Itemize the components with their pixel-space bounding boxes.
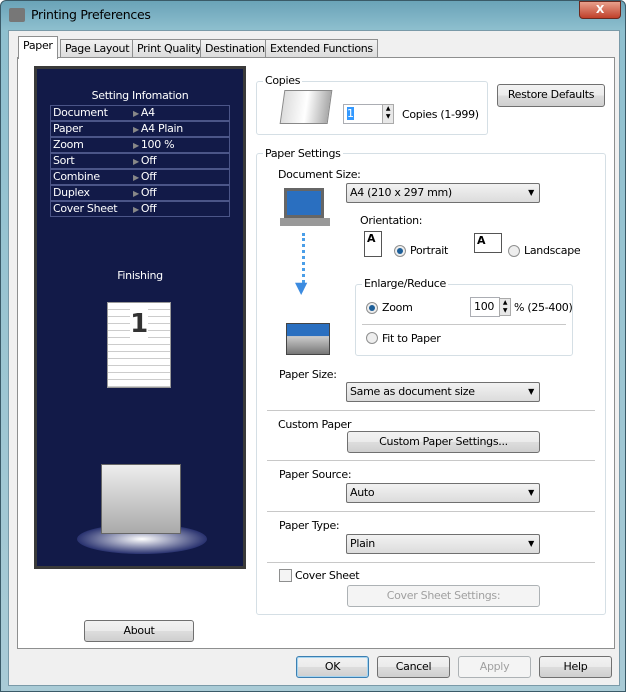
paper-source-dropdown[interactable]: Auto: [346, 483, 540, 503]
paper-tab-panel: Setting Infomation Document A4 Paper A4 Pl…: [17, 57, 615, 649]
cover-sheet-settings-button[interactable]: Cover Sheet Settings:: [347, 585, 540, 607]
close-button[interactable]: X: [579, 1, 621, 19]
setting-info-title: Setting Infomation: [91, 89, 189, 102]
setting-value: A4 Plain: [133, 122, 183, 137]
dialog-client: Paper Page Layout Print Quality Destinat…: [8, 30, 620, 686]
computer-icon: [284, 188, 324, 218]
zoom-radio[interactable]: [366, 302, 378, 314]
fit-to-paper-radio[interactable]: [366, 332, 378, 344]
setting-value: 100 %: [133, 138, 175, 153]
window: Printing Preferences X Paper Page Layout…: [0, 0, 626, 692]
custom-paper-label: Custom Paper: [278, 418, 352, 431]
setting-value: Off: [133, 154, 157, 169]
fit-to-paper-label[interactable]: Fit to Paper: [382, 332, 441, 345]
setting-label: Paper: [53, 122, 83, 135]
copies-range: Copies (1-999): [402, 108, 479, 121]
printer-icon: [9, 8, 25, 22]
setting-label: Zoom: [53, 138, 84, 151]
copies-spinner[interactable]: ▲ ▼: [382, 104, 394, 124]
window-title: Printing Preferences: [31, 7, 151, 22]
setting-label: Duplex: [53, 186, 90, 199]
setting-info-panel: Setting Infomation Document A4 Paper A4 Pl…: [34, 66, 246, 569]
setting-row: Zoom 100 %: [50, 137, 230, 153]
cover-sheet-label[interactable]: Cover Sheet: [295, 569, 360, 582]
divider: [267, 562, 595, 563]
finishing-label: Finishing: [117, 269, 163, 282]
arrow-down-icon: ▼: [295, 278, 308, 297]
paper-type-dropdown[interactable]: Plain: [346, 534, 540, 554]
keyboard-icon: [280, 218, 330, 226]
setting-row: Paper A4 Plain: [50, 121, 230, 137]
portrait-icon: A: [364, 231, 382, 257]
setting-value: A4: [133, 106, 155, 121]
divider: [267, 410, 595, 411]
tab-destination[interactable]: Destination: [200, 39, 270, 58]
setting-label: Sort: [53, 154, 75, 167]
setting-row: Duplex Off: [50, 185, 230, 201]
setting-value: Off: [133, 170, 157, 185]
paper-size-dropdown[interactable]: Same as document size: [346, 382, 540, 402]
paper-size-label: Paper Size:: [279, 368, 337, 381]
page-number: 1: [130, 309, 148, 339]
tab-print-quality[interactable]: Print Quality: [132, 39, 207, 58]
finishing-page-icon: 1: [107, 302, 171, 388]
help-button[interactable]: Help: [539, 656, 612, 678]
copier-icon: [101, 464, 181, 534]
printer-output-icon: [286, 323, 330, 355]
zoom-input[interactable]: 100: [470, 297, 500, 317]
dotted-arrow-icon: [302, 233, 305, 283]
apply-button[interactable]: Apply: [458, 656, 531, 678]
setting-row: Sort Off: [50, 153, 230, 169]
divider: [267, 511, 595, 512]
setting-row: Cover Sheet Off: [50, 201, 230, 217]
paper-type-label: Paper Type:: [279, 519, 340, 532]
paper-source-label: Paper Source:: [279, 468, 352, 481]
about-button[interactable]: About: [84, 620, 194, 642]
custom-paper-settings-button[interactable]: Custom Paper Settings...: [347, 431, 540, 453]
cover-sheet-checkbox[interactable]: [279, 569, 292, 582]
restore-defaults-button[interactable]: Restore Defaults: [497, 84, 605, 107]
tab-page-layout[interactable]: Page Layout: [60, 39, 135, 58]
portrait-radio[interactable]: [394, 245, 406, 257]
zoom-spinner[interactable]: ▲ ▼: [499, 298, 511, 316]
enlarge-reduce-group: [355, 284, 573, 356]
copies-label: Copies: [263, 74, 303, 87]
landscape-radio[interactable]: [508, 245, 520, 257]
divider: [362, 324, 566, 325]
copies-value: 1: [347, 107, 354, 120]
setting-label: Combine: [53, 170, 100, 183]
setting-value: Off: [133, 202, 157, 217]
document-size-label: Document Size:: [278, 168, 361, 181]
zoom-range: % (25-400): [514, 301, 573, 314]
cancel-button[interactable]: Cancel: [377, 656, 450, 678]
copies-icon: [279, 90, 333, 124]
paper-settings-label: Paper Settings: [263, 147, 343, 160]
ok-button[interactable]: OK: [296, 656, 369, 678]
setting-label: Document: [53, 106, 108, 119]
setting-info-table: Document A4 Paper A4 Plain Zoom 100 % Sort O…: [50, 105, 230, 217]
setting-label: Cover Sheet: [53, 202, 118, 215]
landscape-label[interactable]: Landscape: [524, 244, 581, 257]
zoom-label[interactable]: Zoom: [382, 301, 413, 314]
divider: [267, 460, 595, 461]
setting-row: Combine Off: [50, 169, 230, 185]
copies-input[interactable]: 1: [343, 104, 383, 124]
document-size-dropdown[interactable]: A4 (210 x 297 mm): [346, 183, 540, 203]
tab-extended-functions[interactable]: Extended Functions: [265, 39, 378, 58]
landscape-icon: A: [474, 233, 502, 253]
orientation-label: Orientation:: [360, 214, 423, 227]
portrait-label[interactable]: Portrait: [410, 244, 448, 257]
setting-value: Off: [133, 186, 157, 201]
tab-paper[interactable]: Paper: [18, 36, 58, 59]
setting-row: Document A4: [50, 105, 230, 121]
enlarge-reduce-label: Enlarge/Reduce: [362, 277, 448, 290]
